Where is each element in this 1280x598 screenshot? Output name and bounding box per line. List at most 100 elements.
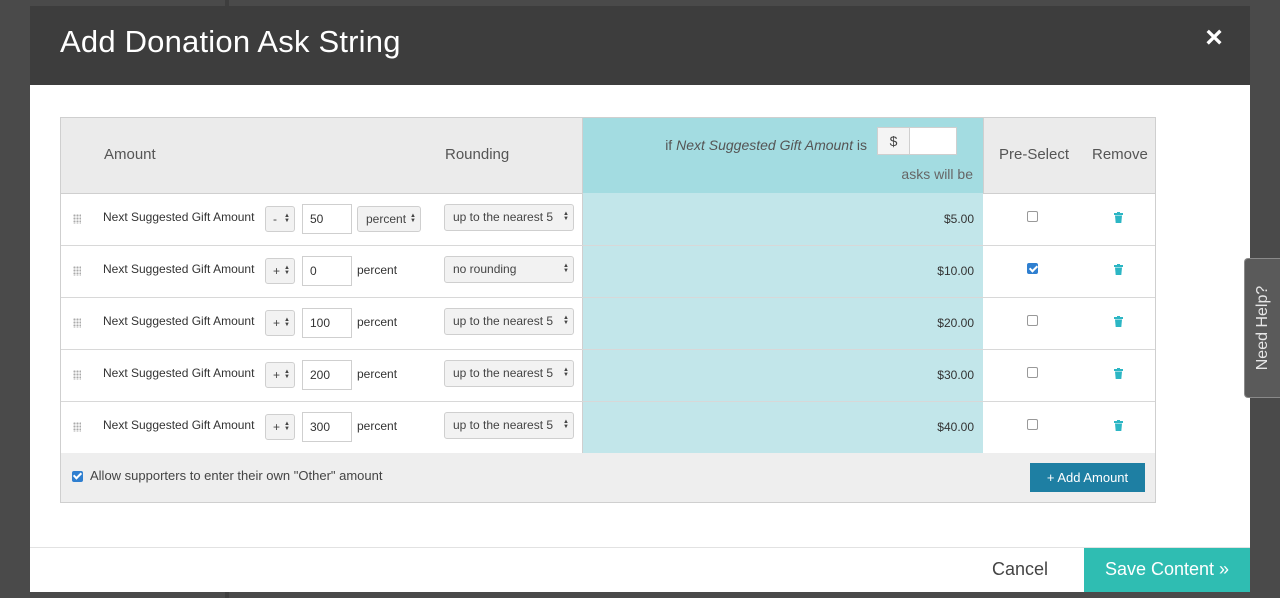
need-help-tab[interactable]: Need Help? — [1244, 258, 1280, 398]
if-amount-label: if Next Suggested Gift Amount is — [665, 137, 867, 153]
trash-icon[interactable] — [1114, 316, 1123, 327]
table-footer: Allow supporters to enter their own "Oth… — [61, 453, 1155, 502]
base-amount-label: Next Suggested Gift Amount — [103, 366, 255, 380]
calculated-ask-amount: $5.00 — [943, 212, 974, 226]
adjust-value-input[interactable]: 100 — [302, 308, 352, 338]
sign-value: + — [273, 420, 281, 434]
preselect-checkbox[interactable] — [1027, 419, 1038, 430]
rounding-select[interactable]: up to the nearest 5 ▲ ▼ — [444, 360, 574, 387]
drag-handle-icon[interactable] — [73, 266, 81, 276]
sign-select[interactable]: + ▲ ▼ — [265, 414, 295, 440]
sign-value: + — [273, 368, 281, 382]
allow-other-checkbox[interactable] — [72, 471, 83, 482]
table-row: Next Suggested Gift Amount + ▲ ▼ 300 perce… — [61, 402, 1155, 454]
table-row: Next Suggested Gift Amount + ▲ ▼ 100 perce… — [61, 298, 1155, 350]
if-suffix: is — [853, 137, 867, 153]
table-row: Next Suggested Gift Amount + ▲ ▼ 0 percent… — [61, 246, 1155, 298]
sign-value: + — [273, 316, 281, 330]
rounding-select[interactable]: up to the nearest 5 ▲ ▼ — [444, 308, 574, 335]
base-amount-label: Next Suggested Gift Amount — [103, 314, 255, 328]
trash-icon[interactable] — [1114, 420, 1123, 431]
sign-select[interactable]: + ▲ ▼ — [265, 362, 295, 388]
add-amount-button[interactable]: + Add Amount — [1030, 463, 1145, 492]
asks-will-be-label: asks will be — [901, 166, 973, 182]
sign-select[interactable]: - ▲ ▼ — [265, 206, 295, 232]
table-row: Next Suggested Gift Amount + ▲ ▼ 200 perce… — [61, 350, 1155, 402]
base-amount-label: Next Suggested Gift Amount — [103, 210, 255, 224]
allow-other-label: Allow supporters to enter their own "Oth… — [90, 468, 383, 483]
sign-value: - — [273, 212, 277, 226]
rounding-select[interactable]: up to the nearest 5 ▲ ▼ — [444, 412, 574, 439]
drag-handle-icon[interactable] — [73, 318, 81, 328]
sign-select[interactable]: + ▲ ▼ — [265, 258, 295, 284]
header-amount: Amount — [104, 146, 156, 163]
preselect-checkbox[interactable] — [1027, 263, 1038, 274]
select-arrows-icon: ▲ ▼ — [563, 315, 569, 326]
modal-title: Add Donation Ask String — [60, 24, 401, 59]
adjust-value-input[interactable]: 200 — [302, 360, 352, 390]
donation-ask-modal: Add Donation Ask String × Amount Roundin… — [30, 6, 1250, 592]
rounding-select[interactable]: up to the nearest 5 ▲ ▼ — [444, 204, 574, 231]
drag-handle-icon[interactable] — [73, 422, 81, 432]
select-arrows-icon: ▲ ▼ — [284, 265, 290, 276]
table-row: Next Suggested Gift Amount - ▲ ▼ 50 percen… — [61, 194, 1155, 246]
row-right-bg — [983, 350, 1155, 401]
header-remove: Remove — [1092, 146, 1148, 163]
rounding-select[interactable]: no rounding ▲ ▼ — [444, 256, 574, 283]
if-field-name: Next Suggested Gift Amount — [676, 137, 853, 153]
modal-header: Add Donation Ask String × — [30, 6, 1250, 85]
preselect-checkbox[interactable] — [1027, 367, 1038, 378]
adjust-value-input[interactable]: 300 — [302, 412, 352, 442]
sign-select[interactable]: + ▲ ▼ — [265, 310, 295, 336]
unit-label: percent — [357, 263, 398, 277]
rounding-value: up to the nearest 5 — [453, 366, 554, 380]
modal-footer: Cancel Save Content » — [30, 547, 1250, 592]
if-prefix: if — [665, 137, 677, 153]
unit-label: percent — [357, 419, 398, 433]
drag-handle-icon[interactable] — [73, 214, 81, 224]
select-arrows-icon: ▲ ▼ — [563, 211, 569, 222]
rounding-value: up to the nearest 5 — [453, 418, 554, 432]
cancel-button[interactable]: Cancel — [992, 559, 1048, 580]
select-arrows-icon: ▲ ▼ — [410, 213, 416, 224]
close-icon[interactable]: × — [1202, 23, 1226, 53]
calculated-ask-amount: $20.00 — [937, 316, 974, 330]
select-arrows-icon: ▲ ▼ — [284, 213, 290, 224]
calculated-ask-amount: $40.00 — [937, 420, 974, 434]
header-rounding: Rounding — [445, 146, 510, 163]
header-preselect: Pre-Select — [999, 146, 1070, 163]
preselect-checkbox[interactable] — [1027, 315, 1038, 326]
adjust-value-input[interactable]: 0 — [302, 256, 352, 286]
row-right-bg — [983, 402, 1155, 453]
unit-select[interactable]: percent ▲ ▼ — [357, 206, 421, 232]
trash-icon[interactable] — [1114, 212, 1123, 223]
row-right-bg — [983, 298, 1155, 349]
unit-label: percent — [357, 367, 398, 381]
preselect-checkbox[interactable] — [1027, 211, 1038, 222]
base-amount-label: Next Suggested Gift Amount — [103, 262, 255, 276]
calculated-ask-amount: $10.00 — [937, 264, 974, 278]
select-arrows-icon: ▲ ▼ — [284, 317, 290, 328]
need-help-label: Need Help? — [1253, 285, 1271, 371]
calculated-ask-amount: $30.00 — [937, 368, 974, 382]
trash-icon[interactable] — [1114, 368, 1123, 379]
unit-label: percent — [357, 315, 398, 329]
currency-addon: $ — [878, 128, 910, 154]
rounding-value: no rounding — [453, 262, 517, 276]
select-arrows-icon: ▲ ▼ — [284, 369, 290, 380]
sign-value: + — [273, 264, 281, 278]
test-amount-input[interactable]: $ — [877, 127, 957, 155]
select-arrows-icon: ▲ ▼ — [563, 367, 569, 378]
save-content-button[interactable]: Save Content » — [1084, 548, 1250, 592]
rounding-value: up to the nearest 5 — [453, 210, 554, 224]
select-arrows-icon: ▲ ▼ — [563, 419, 569, 430]
rounding-value: up to the nearest 5 — [453, 314, 554, 328]
adjust-value-input[interactable]: 50 — [302, 204, 352, 234]
calculated-asks-header: if Next Suggested Gift Amount is $ asks … — [583, 118, 983, 193]
select-arrows-icon: ▲ ▼ — [284, 421, 290, 432]
drag-handle-icon[interactable] — [73, 370, 81, 380]
ask-string-table: Amount Rounding Pre-Select Remove if Nex… — [60, 117, 1156, 503]
trash-icon[interactable] — [1114, 264, 1123, 275]
row-right-bg — [983, 246, 1155, 297]
base-amount-label: Next Suggested Gift Amount — [103, 418, 255, 432]
